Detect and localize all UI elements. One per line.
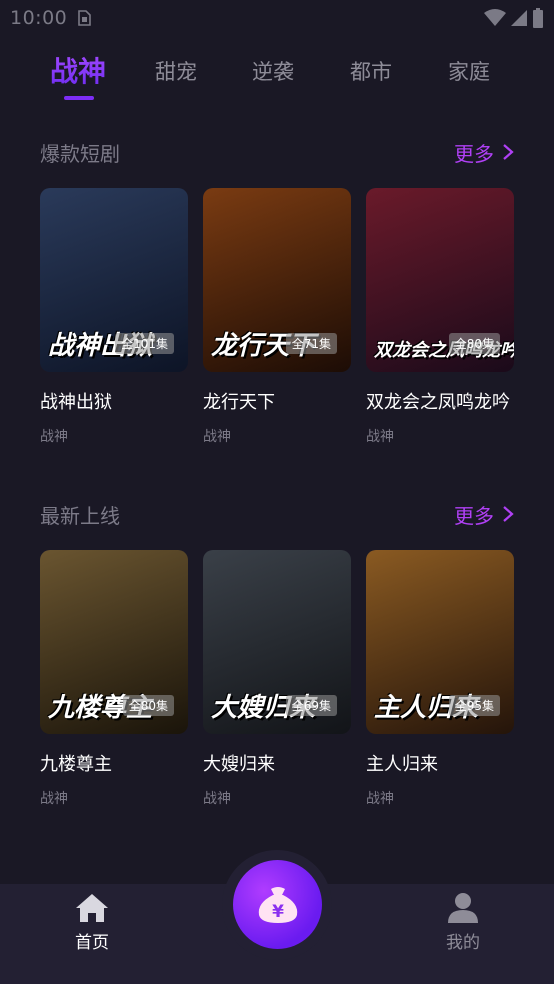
episode-count-badge: 全95集: [448, 695, 500, 716]
poster-image[interactable]: 双龙会之凤鸣龙吟 全80集: [366, 188, 514, 372]
more-label: 更多: [454, 141, 494, 166]
drama-genre-tag: 战神: [203, 429, 231, 445]
episode-count-badge: 全71集: [285, 333, 337, 354]
battery-icon: [533, 8, 543, 28]
nav-mine[interactable]: 我的: [423, 892, 503, 953]
drama-title: 主人归来: [366, 754, 438, 775]
drama-title: 九楼尊主: [40, 754, 112, 775]
tab-tianchong[interactable]: 甜宠: [155, 56, 197, 86]
center-reward-button[interactable]: ¥: [233, 860, 322, 949]
poster-image[interactable]: 龙行天下 全71集: [203, 188, 351, 372]
active-tab-indicator: [64, 96, 94, 100]
poster-image[interactable]: 战神出狱 全101集: [40, 188, 188, 372]
drama-card[interactable]: 龙行天下 全71集 龙行天下 战神: [203, 188, 351, 445]
money-bag-icon: ¥: [258, 886, 297, 923]
tab-zhanshen[interactable]: 战神: [50, 50, 106, 90]
drama-card[interactable]: 战神出狱 全101集 战神出狱 战神: [40, 188, 188, 445]
nav-home-label: 首页: [75, 933, 109, 953]
tab-nixi[interactable]: 逆袭: [252, 56, 294, 86]
nav-home[interactable]: 首页: [52, 892, 132, 953]
chevron-right-icon: [503, 144, 514, 160]
drama-card[interactable]: 大嫂归来 全69集 大嫂归来 战神: [203, 550, 351, 807]
drama-title: 战神出狱: [40, 392, 112, 413]
poster-image[interactable]: 主人归来 全95集: [366, 550, 514, 734]
section-header-hot: 爆款短剧 更多: [40, 136, 514, 168]
cellular-signal-icon: [511, 10, 527, 26]
status-bar: 10:00: [0, 0, 554, 36]
drama-card[interactable]: 主人归来 全95集 主人归来 战神: [366, 550, 514, 807]
sim-card-icon: [78, 10, 92, 26]
drama-title: 大嫂归来: [203, 754, 275, 775]
nav-mine-label: 我的: [446, 933, 480, 953]
drama-genre-tag: 战神: [366, 429, 394, 445]
poster-image[interactable]: 九楼尊主 全80集: [40, 550, 188, 734]
drama-genre-tag: 战神: [40, 791, 68, 807]
chevron-right-icon: [503, 506, 514, 522]
drama-card[interactable]: 双龙会之凤鸣龙吟 全80集 双龙会之凤鸣龙吟 战神: [366, 188, 514, 445]
tab-dushi[interactable]: 都市: [350, 56, 392, 86]
drama-title: 龙行天下: [203, 392, 275, 413]
wifi-icon: [484, 9, 506, 26]
user-profile-icon: [448, 893, 478, 923]
status-left: 10:00: [10, 7, 92, 29]
episode-count-badge: 全101集: [115, 333, 174, 354]
poster-image[interactable]: 大嫂归来 全69集: [203, 550, 351, 734]
episode-count-badge: 全69集: [285, 695, 337, 716]
tab-jiating[interactable]: 家庭: [448, 56, 490, 86]
more-link-new[interactable]: 更多: [454, 500, 514, 529]
status-right: [484, 8, 544, 28]
more-link-hot[interactable]: 更多: [454, 138, 514, 167]
category-tabs: 战神 甜宠 逆袭 都市 家庭: [0, 50, 554, 106]
svg-text:¥: ¥: [272, 902, 284, 922]
drama-card[interactable]: 九楼尊主 全80集 九楼尊主 战神: [40, 550, 188, 807]
home-icon: [76, 894, 108, 922]
section-title: 爆款短剧: [40, 141, 120, 166]
drama-genre-tag: 战神: [203, 791, 231, 807]
episode-count-badge: 全80集: [122, 695, 174, 716]
drama-genre-tag: 战神: [40, 429, 68, 445]
drama-title: 双龙会之凤鸣龙吟: [366, 392, 510, 413]
section-title: 最新上线: [40, 503, 120, 528]
drama-genre-tag: 战神: [366, 791, 394, 807]
section-header-new: 最新上线 更多: [40, 498, 514, 530]
episode-count-badge: 全80集: [448, 333, 500, 354]
more-label: 更多: [454, 503, 494, 528]
status-time: 10:00: [10, 7, 68, 29]
